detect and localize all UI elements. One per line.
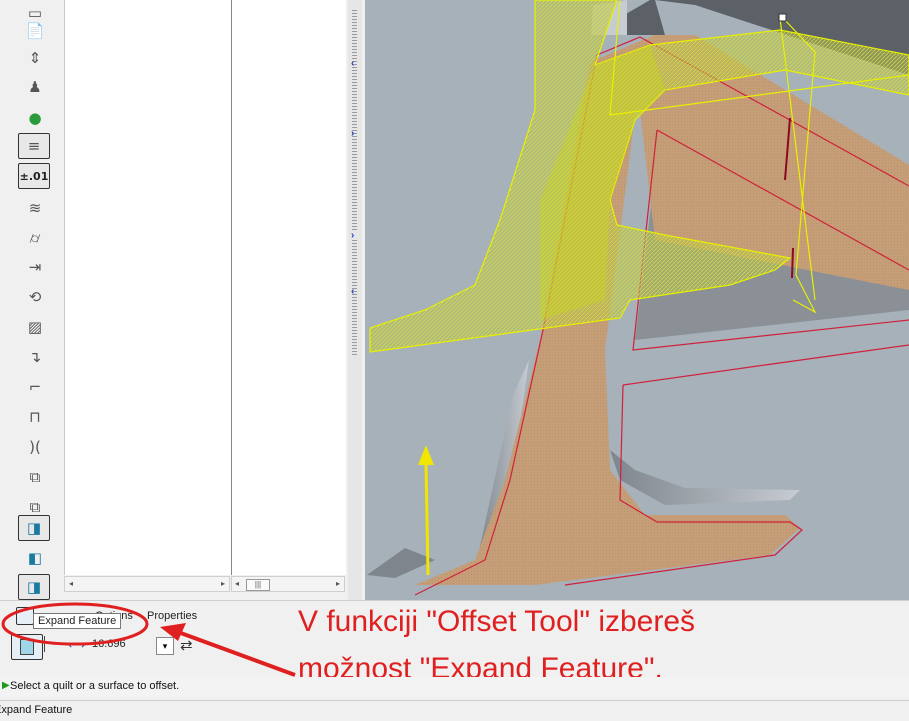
scroll-right-icon[interactable]: ▸ [221, 579, 225, 588]
panel-sash[interactable]: ‹ › › ‹ [348, 0, 362, 600]
surface-icon[interactable]: ≋ [18, 195, 52, 221]
status-text: Expand Feature [0, 704, 73, 716]
pattern-icon[interactable]: ⧉ [18, 464, 52, 490]
sweep-icon[interactable]: ↴ [18, 344, 52, 370]
revolve-icon[interactable]: ⟲ [18, 284, 52, 310]
highlight-circle [1, 602, 149, 646]
dimension-icon[interactable]: ⇕ [18, 45, 52, 71]
direction-arrow-shaft [424, 461, 430, 576]
hatch-icon[interactable]: ▨ [18, 314, 52, 340]
document-icon[interactable]: 📄 [18, 18, 52, 44]
model-tree-pane[interactable] [64, 0, 231, 575]
offset-icon[interactable]: ◨ [18, 515, 50, 541]
datum-display-icon[interactable]: ≡ [18, 133, 50, 159]
scrollbar-thumb[interactable]: ||| [246, 579, 270, 591]
tolerance-icon[interactable]: ±.01 [18, 163, 50, 189]
scroll-left-icon[interactable]: ◂ [235, 579, 239, 588]
globe-icon[interactable]: ● [18, 105, 52, 131]
model-geometry [367, 0, 909, 596]
expand-right-icon[interactable]: › [351, 230, 354, 241]
feature-toolbar: ▭ 📄 ⇕ ♟ ● ≡ ±.01 ≋ ⌭ ⇥ ⟲ ▨ ↴ ⌐ ⊓)(⧉ ⧉ ◨ ◧ ◨ [0, 0, 58, 600]
model-tree-columns-pane[interactable] [231, 0, 346, 575]
columns-horizontal-scrollbar[interactable]: ◂ ||| ▸ [231, 576, 345, 592]
shell-icon[interactable]: ⊓ [18, 404, 52, 430]
extrude-icon[interactable]: ⇥ [18, 254, 52, 280]
scroll-left-icon[interactable]: ◂ [69, 579, 73, 588]
drag-handle[interactable] [778, 13, 787, 22]
status-bar: Expand Feature [0, 700, 909, 721]
annotation-line-1: V funkciji "Offset Tool" izbereš [298, 605, 696, 638]
person-icon[interactable]: ♟ [18, 74, 52, 100]
corner-icon[interactable]: ⌐ [18, 374, 52, 400]
extrusion-wall [367, 548, 435, 578]
prompt-arrow-icon: ▶ [2, 680, 10, 691]
direction-arrow-icon[interactable] [418, 445, 434, 465]
sash-grip[interactable] [352, 240, 357, 355]
message-area: ▶ Select a quilt or a surface to offset. [0, 677, 909, 697]
annotation-markup [1, 602, 296, 677]
thicken-icon[interactable]: ◧ [18, 545, 52, 571]
extrusion-wall [610, 450, 800, 505]
expand-right-icon[interactable]: › [351, 128, 354, 139]
edge-outline [622, 344, 909, 386]
tree-horizontal-scrollbar[interactable]: ◂ ▸ [64, 576, 230, 592]
edge-outline [791, 247, 794, 279]
prompt-message: Select a quilt or a surface to offset. [10, 680, 180, 692]
annotation-arrow [177, 630, 296, 677]
mirror-icon[interactable]: )( [18, 434, 52, 460]
graphics-viewport[interactable] [365, 0, 909, 600]
collapse-left-icon[interactable]: ‹ [351, 58, 354, 69]
sash-grip[interactable] [352, 10, 357, 230]
cylinder-icon[interactable]: ⌭ [18, 225, 52, 251]
scroll-right-icon[interactable]: ▸ [336, 579, 340, 588]
collapse-left-icon[interactable]: ‹ [351, 286, 354, 297]
